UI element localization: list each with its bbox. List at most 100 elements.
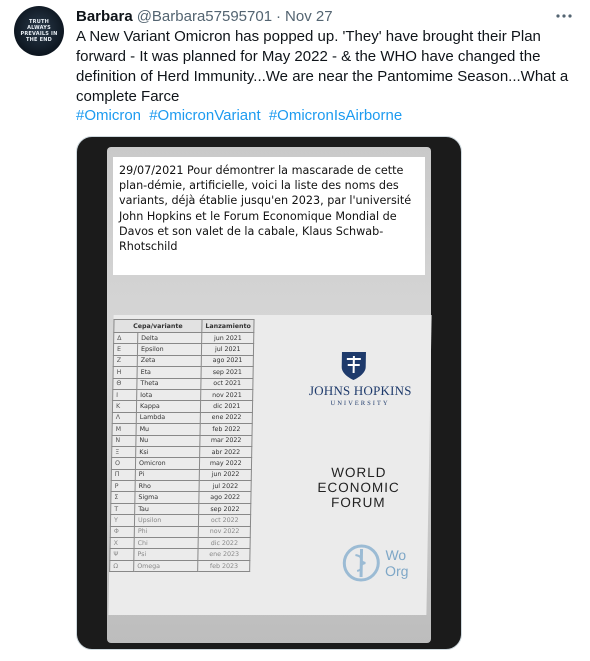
variant-date: feb 2023 [197, 560, 251, 572]
tweet-text: A New Variant Omicron has popped up. 'Th… [76, 28, 569, 105]
variant-date: jul 2021 [201, 343, 255, 356]
table-row: K Kappa dic 2021 [112, 400, 254, 413]
variant-name: Upsilon [134, 514, 199, 527]
table-row: X Chi dic 2022 [110, 537, 251, 549]
variant-name: Eta [137, 366, 202, 379]
who-wordmark: Wo Org [385, 547, 409, 579]
variant-greek: O [111, 457, 136, 470]
variant-name: Kappa [136, 400, 201, 413]
variant-name: Zeta [137, 355, 202, 367]
tweet-date[interactable]: Nov 27 [285, 8, 333, 25]
variant-name: Psi [133, 548, 199, 561]
variant-greek: Θ [112, 378, 138, 390]
variant-date: ene 2022 [200, 412, 253, 424]
variant-date: abr 2022 [199, 446, 253, 458]
tweet-header: Barbara @Barbara57595701 · Nov 27 [76, 6, 578, 26]
table-row: Π Pi jun 2022 [111, 469, 252, 481]
tweet-media[interactable]: 29/07/2021 Pour démontrer la mascarade d… [76, 136, 462, 650]
variant-greek: P [111, 480, 136, 492]
variant-greek: Ω [109, 560, 134, 572]
table-row: H Eta sep 2021 [113, 366, 254, 379]
variant-name: Pi [135, 469, 200, 481]
variant-greek: Δ [113, 332, 138, 344]
table-row: Z Zeta ago 2021 [113, 355, 254, 367]
tweet[interactable]: TRUTH ALWAYS PREVAILS IN THE END Barbara… [0, 0, 590, 661]
who-emblem-icon [342, 544, 380, 582]
variant-date: ago 2021 [201, 355, 254, 367]
variant-greek: Y [110, 514, 135, 527]
variant-date: jun 2021 [201, 332, 255, 344]
header-release: Lanzamiento [201, 319, 255, 333]
hashtag-omicron-variant[interactable]: #OmicronVariant [149, 107, 260, 124]
table-row: Σ Sigma ago 2022 [110, 491, 252, 504]
variant-name: Phi [134, 526, 199, 538]
variant-name: Tau [134, 503, 199, 515]
table-row: Λ Lambda ene 2022 [112, 412, 253, 424]
variant-greek: Φ [110, 526, 135, 538]
variant-date: nov 2022 [198, 526, 251, 538]
variant-greek: Ξ [111, 446, 136, 458]
variant-name: Omega [133, 560, 198, 572]
jhu-sub: UNIVERSITY [330, 400, 390, 407]
variant-date: feb 2022 [200, 423, 253, 436]
table-row: N Nu mar 2022 [111, 435, 253, 447]
hashtags: #Omicron #OmicronVariant #OmicronIsAirbo… [76, 106, 406, 126]
variant-date: ago 2022 [198, 491, 252, 504]
variant-greek: H [113, 366, 138, 379]
variant-date: nov 2021 [200, 389, 254, 401]
more-icon[interactable] [550, 6, 578, 26]
author-name[interactable]: Barbara [76, 8, 133, 25]
variant-name: Ksi [135, 446, 200, 458]
variant-date: sep 2022 [198, 503, 252, 515]
variant-name: Theta [136, 378, 202, 390]
wef-wordmark: WORLD ECONOMIC FORUM [308, 465, 409, 510]
variant-name: Chi [134, 537, 199, 549]
table-row: O Omicron may 2022 [111, 457, 253, 470]
table-row: Ξ Ksi abr 2022 [111, 446, 253, 458]
table-row: I Iota nov 2021 [112, 389, 254, 401]
printed-sheet: Cepa/variante Lanzamiento Δ Delta jun 2021… [108, 315, 432, 615]
jhu-wordmark: JOHNS HOPKINS UNIVERSITY [300, 383, 420, 407]
author-handle[interactable]: @Barbara57595701 [137, 8, 272, 25]
image-caption: 29/07/2021 Pour démontrer la mascarade d… [113, 157, 425, 275]
who-line-2: Org [385, 563, 409, 579]
variants-table: Cepa/variante Lanzamiento Δ Delta jun 2021… [109, 319, 255, 572]
jhu-shield-icon [341, 352, 366, 380]
table-row: Ψ Psi ene 2023 [109, 548, 251, 561]
variant-name: Nu [135, 435, 201, 447]
variant-name: Sigma [134, 491, 200, 504]
variant-greek: T [110, 503, 135, 515]
variant-date: sep 2021 [201, 366, 254, 379]
table-row: Ω Omega feb 2023 [109, 560, 251, 572]
wef-line-2: ECONOMIC [317, 480, 400, 495]
table-row: P Rho jul 2022 [111, 480, 252, 492]
variant-greek: Σ [110, 491, 136, 504]
who-line-1: Wo [385, 547, 407, 563]
table-row: Y Upsilon oct 2022 [110, 514, 252, 527]
variant-date: oct 2022 [198, 514, 252, 527]
variant-greek: Z [113, 355, 138, 367]
header-variant: Cepa/variante [113, 319, 203, 333]
jhu-name: JOHNS HOPKINS [308, 383, 412, 398]
table-row: Φ Phi nov 2022 [110, 526, 251, 538]
variant-date: oct 2021 [200, 378, 254, 390]
variant-name: Epsilon [137, 343, 202, 356]
avatar[interactable]: TRUTH ALWAYS PREVAILS IN THE END [14, 6, 64, 56]
variant-date: ene 2023 [197, 548, 251, 561]
avatar-text: TRUTH ALWAYS PREVAILS IN THE END [20, 19, 58, 43]
separator: · [276, 7, 282, 25]
variant-name: Rho [135, 480, 200, 492]
variant-date: mar 2022 [199, 435, 253, 447]
hashtag-omicron[interactable]: #Omicron [76, 107, 141, 124]
variant-greek: E [113, 343, 138, 356]
variant-date: dic 2022 [198, 537, 251, 549]
variant-greek: Π [111, 469, 136, 481]
variant-date: may 2022 [199, 457, 253, 470]
variant-date: dic 2021 [200, 400, 254, 413]
variant-greek: I [112, 389, 137, 401]
variant-greek: N [111, 435, 137, 447]
hashtag-omicron-is-airborne[interactable]: #OmicronIsAirborne [269, 107, 402, 124]
variant-greek: X [110, 537, 135, 549]
variant-name: Delta [137, 332, 202, 344]
variant-date: jul 2022 [199, 480, 252, 492]
